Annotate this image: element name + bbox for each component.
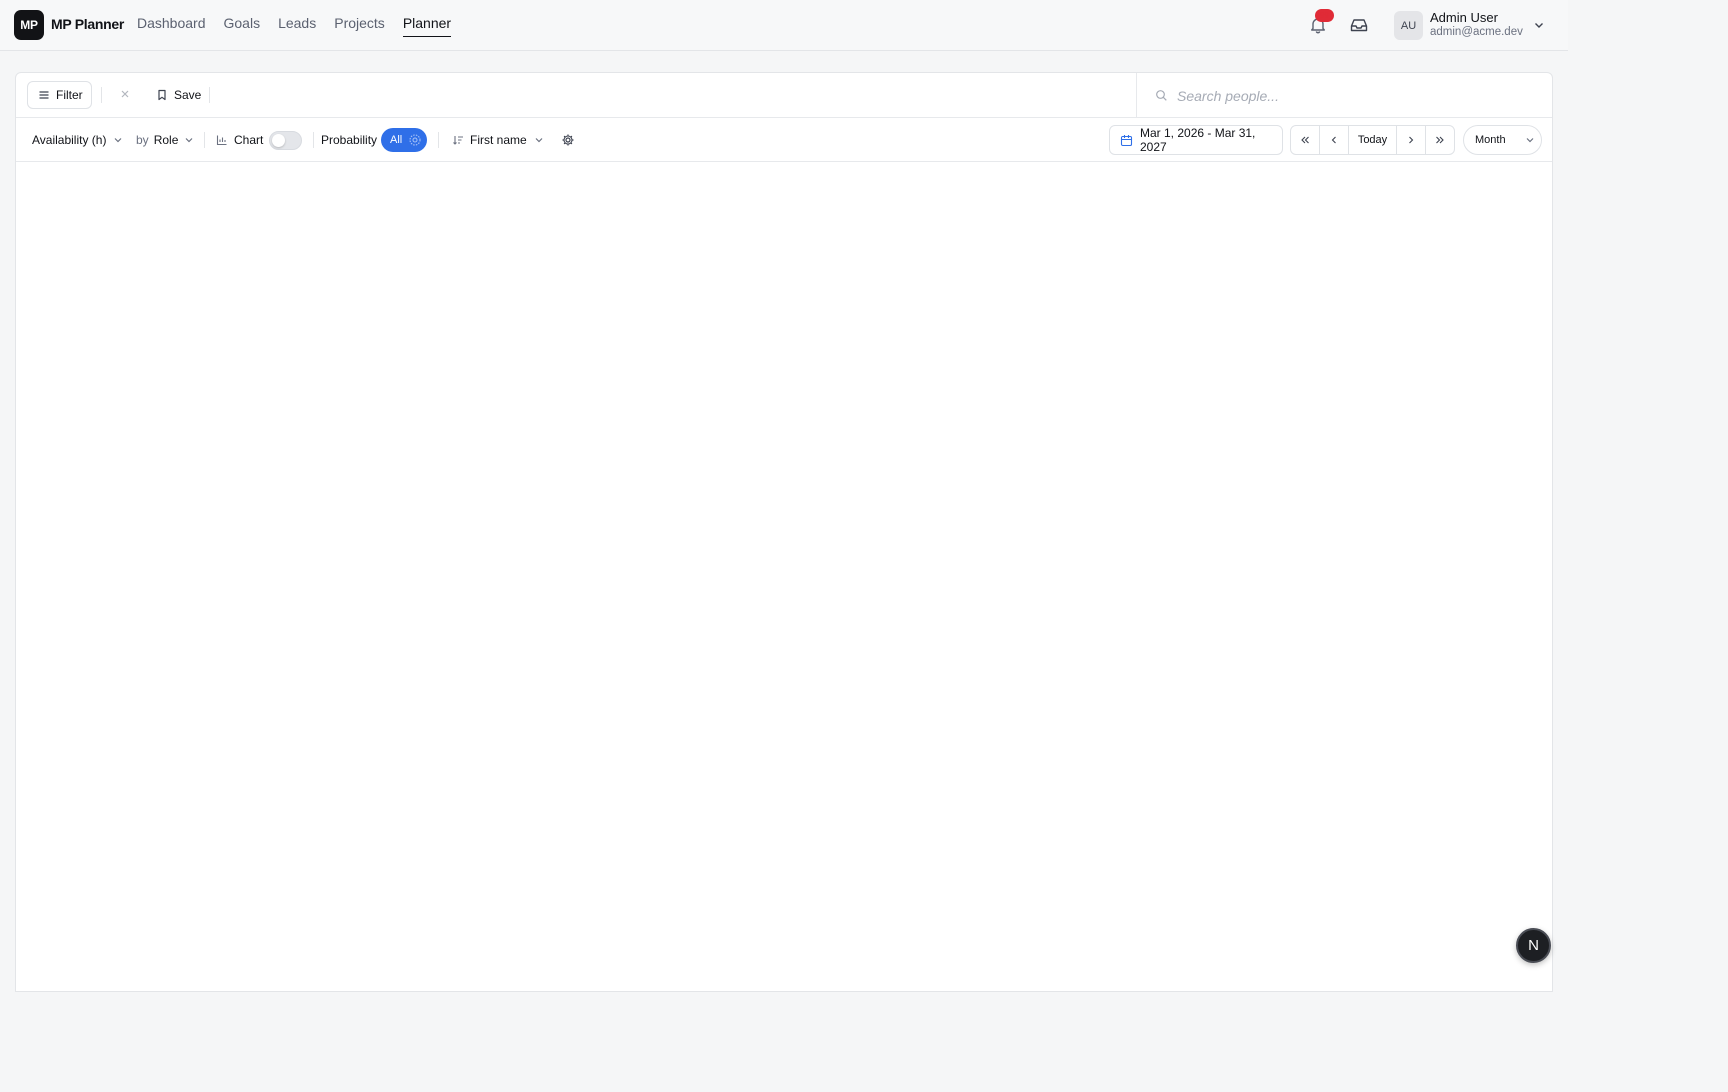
search-box [1136, 73, 1553, 118]
calendar-icon [1120, 134, 1133, 147]
nav-item-projects[interactable]: Projects [334, 15, 385, 37]
view-select[interactable]: Month [1463, 125, 1542, 155]
divider [209, 87, 210, 103]
search-input[interactable] [1177, 85, 1537, 107]
chevrons-right-icon[interactable] [1426, 126, 1454, 154]
chart-label: Chart [234, 133, 264, 147]
bar-chart-icon [216, 134, 228, 146]
chevron-down-icon [533, 134, 545, 146]
divider [313, 132, 314, 148]
nav-item-dashboard[interactable]: Dashboard [137, 15, 206, 37]
notification-badge: 99 [1315, 9, 1334, 22]
main-nav: Dashboard Goals Leads Projects Planner [137, 15, 452, 37]
chart-toggle[interactable] [269, 130, 303, 150]
chevron-down-icon [183, 134, 195, 146]
sort-select[interactable]: First name [452, 118, 545, 162]
search-icon [1155, 89, 1168, 102]
today-button[interactable]: Today [1349, 126, 1397, 154]
nav-item-goals[interactable]: Goals [224, 15, 261, 37]
sort-value: First name [470, 133, 527, 147]
divider [438, 132, 439, 148]
date-navigation: Today [1290, 125, 1455, 155]
app-logo[interactable]: MP [14, 10, 44, 40]
probability-label: Probability [321, 133, 378, 147]
filter-toolbar: Filter Save [16, 73, 1552, 118]
metric-select[interactable]: Availability (h) [32, 118, 124, 162]
date-range-picker[interactable]: Mar 1, 2026 - Mar 31, 2027 [1109, 125, 1283, 155]
user-email: admin@acme.dev [1430, 26, 1523, 38]
inbox-icon[interactable] [1348, 14, 1370, 36]
sort-icon [452, 134, 464, 146]
planner-card: Filter Save Availability (h) by Role [15, 72, 1553, 992]
save-button[interactable]: Save [156, 88, 201, 102]
close-icon[interactable] [118, 87, 132, 101]
dial-icon [408, 133, 422, 147]
divider [204, 132, 205, 148]
bookmark-icon [156, 89, 168, 101]
chevrons-left-icon[interactable] [1291, 126, 1320, 154]
nav-item-planner[interactable]: Planner [402, 15, 452, 37]
probability-filter: Probability All [321, 118, 428, 162]
gear-icon[interactable] [561, 118, 575, 162]
assistant-button[interactable]: N [1516, 928, 1551, 963]
app-name[interactable]: MP Planner [51, 16, 124, 32]
chevron-down-icon [1524, 134, 1536, 146]
menu-icon [38, 89, 50, 101]
view-controls: Availability (h) by Role Chart Probabili… [16, 118, 1552, 162]
divider [101, 87, 102, 103]
filter-button[interactable]: Filter [27, 81, 92, 109]
chart-toggle-group: Chart [216, 118, 303, 162]
view-value: Month [1475, 134, 1506, 146]
top-nav-bar: MP MP Planner Dashboard Goals Leads Proj… [0, 0, 1568, 51]
planner-content-area [16, 162, 1552, 992]
group-value: Role [153, 133, 179, 147]
metric-value: Availability (h) [32, 133, 107, 147]
chevron-down-icon [112, 134, 124, 146]
avatar[interactable]: AU [1394, 11, 1423, 40]
probability-select[interactable]: All [381, 128, 428, 152]
chevron-left-icon[interactable] [1320, 126, 1349, 154]
date-range-value: Mar 1, 2026 - Mar 31, 2027 [1140, 126, 1256, 154]
filter-label: Filter [56, 88, 83, 102]
group-prefix: by [136, 133, 149, 147]
save-label: Save [174, 88, 202, 102]
user-name[interactable]: Admin User [1430, 10, 1498, 25]
chevron-right-icon[interactable] [1397, 126, 1426, 154]
nav-item-leads[interactable]: Leads [278, 15, 316, 37]
probability-value: All [390, 134, 403, 146]
chevron-down-icon[interactable] [1532, 18, 1546, 32]
group-by-select[interactable]: by Role [136, 118, 195, 162]
